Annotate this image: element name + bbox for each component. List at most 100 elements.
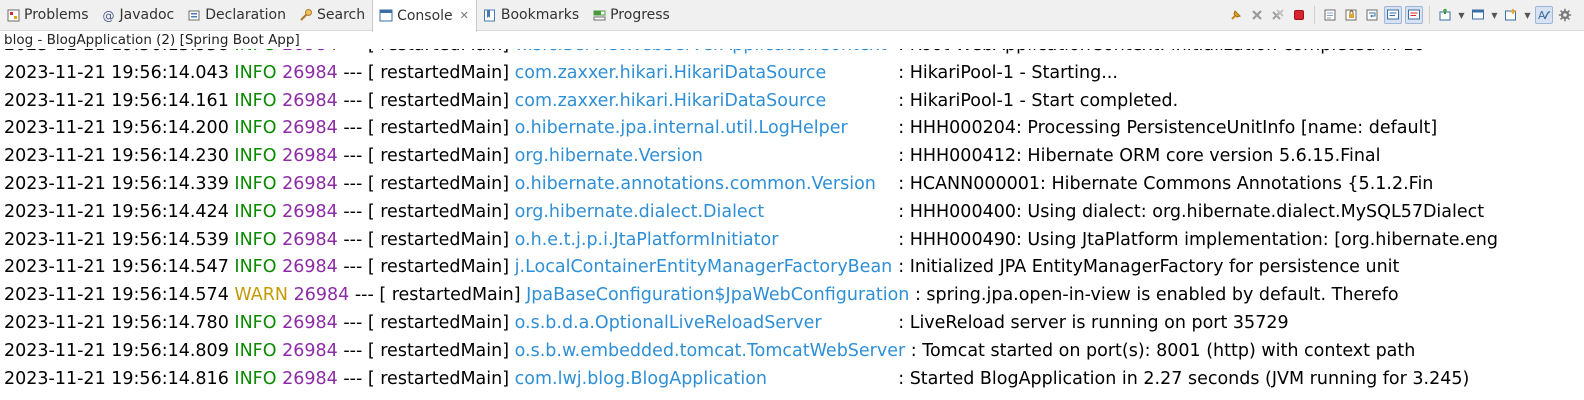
- chevron-down-icon[interactable]: ▼: [1490, 11, 1499, 20]
- svg-text:A: A: [1538, 9, 1546, 22]
- log-level: INFO: [234, 62, 277, 83]
- log-pid: 26984: [282, 90, 338, 111]
- log-logger[interactable]: com.zaxxer.hikari.HikariDataSource: [515, 60, 893, 88]
- log-line: 2023-11-21 19:56:14.424 INFO 26984 --- […: [4, 199, 1498, 227]
- log-line: 2023-11-21 19:56:13.958 INFO 26984 --- […: [4, 49, 1498, 60]
- tab-label: Problems: [24, 7, 89, 23]
- log-line: 2023-11-21 19:56:14.539 INFO 26984 --- […: [4, 227, 1498, 255]
- log-timestamp: 2023-11-21 19:56:14.539: [4, 229, 229, 250]
- log-pid: 26984: [282, 229, 338, 250]
- log-message: : HHH000204: Processing PersistenceUnitI…: [898, 118, 1438, 139]
- log-logger[interactable]: o.hibernate.annotations.common.Version: [515, 171, 893, 199]
- tab-console[interactable]: Console ✕: [372, 0, 477, 32]
- tab-progress[interactable]: Progress: [586, 0, 677, 31]
- console-lines: 2023-11-21 19:56:13.958 INFO 26984 --- […: [4, 49, 1498, 393]
- tab-bookmarks[interactable]: Bookmarks: [477, 0, 586, 31]
- log-logger[interactable]: j.LocalContainerEntityManagerFactoryBean: [515, 254, 893, 282]
- view-tab-bar: Problems @ Javadoc Declaration Search Console…: [0, 0, 1584, 32]
- log-pid: 26984: [282, 257, 338, 278]
- log-thread: [ restartedMain]: [379, 285, 521, 306]
- tab-javadoc[interactable]: @ Javadoc: [96, 0, 182, 31]
- log-timestamp: 2023-11-21 19:56:14.339: [4, 173, 229, 194]
- settings-icon[interactable]: [1556, 6, 1574, 24]
- tab-declaration[interactable]: Declaration: [181, 0, 293, 31]
- log-level: INFO: [234, 118, 277, 139]
- remove-all-terminated-icon[interactable]: [1269, 6, 1287, 24]
- svg-text:@: @: [103, 9, 115, 22]
- log-thread: [ restartedMain]: [367, 201, 510, 222]
- word-wrap-icon[interactable]: [1363, 6, 1381, 24]
- open-console-icon[interactable]: [1502, 6, 1520, 24]
- log-thread: [ restartedMain]: [367, 312, 510, 333]
- log-separator: ---: [343, 257, 363, 278]
- log-separator: ---: [343, 173, 363, 194]
- log-timestamp: 2023-11-21 19:56:14.816: [4, 368, 229, 389]
- progress-icon: [592, 8, 606, 22]
- log-message: : Tomcat started on port(s): 8001 (http)…: [910, 340, 1416, 361]
- log-separator: ---: [354, 285, 374, 306]
- javadoc-icon: @: [102, 8, 116, 22]
- log-thread: [ restartedMain]: [368, 49, 509, 55]
- log-timestamp: 2023-11-21 19:56:14.809: [4, 340, 229, 361]
- pin-console-icon[interactable]: [1436, 6, 1454, 24]
- show-stderr-icon[interactable]: [1405, 6, 1423, 24]
- console-scrollbar[interactable]: [1562, 49, 1584, 400]
- log-logger[interactable]: org.hibernate.dialect.Dialect: [515, 199, 893, 227]
- log-logger[interactable]: o.s.b.w.embedded.tomcat.TomcatWebServer: [515, 338, 906, 366]
- log-level: INFO: [234, 340, 277, 361]
- scroll-lock-icon[interactable]: [1342, 6, 1360, 24]
- log-thread: [ restartedMain]: [367, 90, 510, 111]
- log-separator: ---: [343, 368, 363, 389]
- close-icon[interactable]: ✕: [460, 9, 469, 22]
- log-separator: ---: [343, 229, 363, 250]
- display-selected-console-icon[interactable]: [1469, 6, 1487, 24]
- log-thread: [ restartedMain]: [367, 368, 510, 389]
- log-pid: 26984: [282, 146, 338, 167]
- log-timestamp: 2023-11-21 19:56:13.958: [4, 49, 229, 55]
- log-message: : HHH000400: Using dialect: org.hibernat…: [898, 201, 1485, 222]
- console-icon: [379, 9, 393, 23]
- terminate-icon[interactable]: [1290, 6, 1308, 24]
- log-message: : spring.jpa.open-in-view is enabled by …: [914, 285, 1399, 306]
- pin-icon[interactable]: [1227, 6, 1245, 24]
- problems-icon: [6, 8, 20, 22]
- log-message: : HCANN000001: Hibernate Commons Annotat…: [898, 173, 1434, 194]
- log-separator: ---: [343, 312, 363, 333]
- log-line: 2023-11-21 19:56:14.816 INFO 26984 --- […: [4, 366, 1498, 394]
- log-timestamp: 2023-11-21 19:56:14.424: [4, 201, 229, 222]
- chevron-down-icon[interactable]: ▼: [1457, 11, 1466, 20]
- clear-console-icon[interactable]: [1321, 6, 1339, 24]
- log-level: INFO: [234, 173, 277, 194]
- log-logger[interactable]: o.hibernate.jpa.internal.util.LogHelper: [515, 115, 893, 143]
- tab-problems[interactable]: Problems: [0, 0, 96, 31]
- tab-label: Console: [397, 7, 453, 24]
- log-timestamp: 2023-11-21 19:56:14.780: [4, 312, 229, 333]
- log-logger[interactable]: o.h.e.t.j.p.i.JtaPlatformInitiator: [515, 227, 893, 255]
- remove-launch-icon[interactable]: [1248, 6, 1266, 24]
- log-logger[interactable]: JpaBaseConfiguration$JpaWebConfiguration: [526, 282, 909, 310]
- tab-search[interactable]: Search: [293, 0, 372, 31]
- log-separator: ---: [343, 62, 363, 83]
- log-separator: ---: [343, 90, 363, 111]
- console-colors-icon[interactable]: A: [1535, 6, 1553, 24]
- log-level: INFO: [234, 49, 276, 55]
- log-logger[interactable]: com.lwj.blog.BlogApplication: [515, 366, 893, 394]
- log-timestamp: 2023-11-21 19:56:14.200: [4, 118, 229, 139]
- log-level: INFO: [234, 146, 277, 167]
- console-output[interactable]: 2023-11-21 19:56:13.958 INFO 26984 --- […: [0, 49, 1562, 400]
- log-logger[interactable]: org.hibernate.Version: [515, 143, 893, 171]
- log-pid: 26984: [282, 201, 338, 222]
- tab-label: Search: [316, 7, 366, 23]
- declaration-icon: [187, 8, 201, 22]
- log-logger[interactable]: w.s.c.ServletWebServerApplicationContext: [515, 49, 893, 60]
- log-logger[interactable]: com.zaxxer.hikari.HikariDataSource: [515, 88, 893, 116]
- show-stdout-icon[interactable]: [1384, 6, 1402, 24]
- log-level: INFO: [234, 229, 277, 250]
- log-message: : Started BlogApplication in 2.27 second…: [898, 368, 1470, 389]
- log-level: INFO: [234, 368, 277, 389]
- log-pid: 26984: [282, 340, 338, 361]
- log-message: : HHH000412: Hibernate ORM core version …: [898, 146, 1381, 167]
- log-logger[interactable]: o.s.b.d.a.OptionalLiveReloadServer: [515, 310, 893, 338]
- log-line: 2023-11-21 19:56:14.230 INFO 26984 --- […: [4, 143, 1498, 171]
- chevron-down-icon[interactable]: ▼: [1523, 11, 1532, 20]
